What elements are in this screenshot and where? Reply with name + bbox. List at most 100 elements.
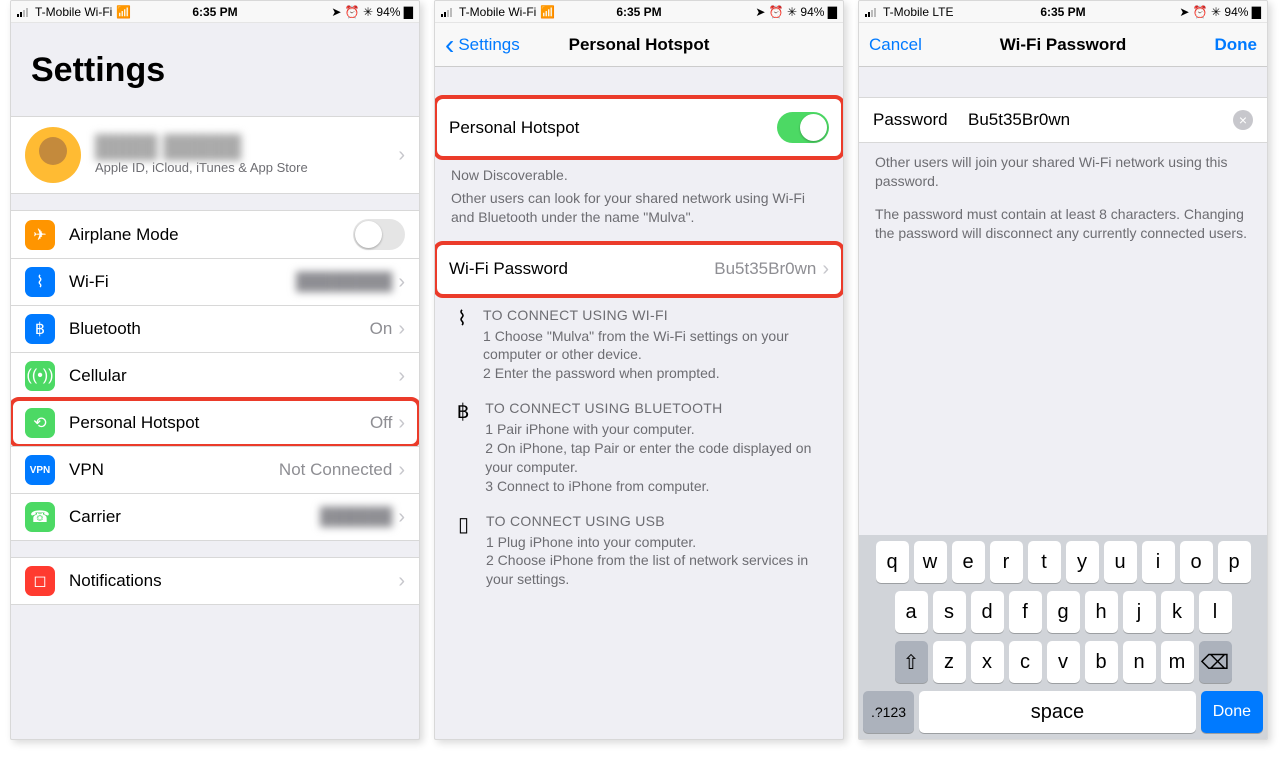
bluetooth-row[interactable]: ฿ Bluetooth On › xyxy=(11,305,419,352)
password-desc-1: Other users will join your shared Wi-Fi … xyxy=(859,143,1267,201)
wifi-password-value: Bu5t35Br0wn xyxy=(714,259,816,279)
backspace-key[interactable]: ⌫ xyxy=(1199,641,1232,683)
wifi-icon: 📶 xyxy=(116,5,131,19)
status-bar: T-Mobile Wi-Fi 📶 6:35 PM ➤ ⏰ ✳ 94% ▇ xyxy=(11,1,419,23)
cellular-icon: ((•)) xyxy=(25,361,55,391)
key-r[interactable]: r xyxy=(990,541,1023,583)
key-s[interactable]: s xyxy=(933,591,966,633)
cellular-label: Cellular xyxy=(69,366,398,386)
numbers-key[interactable]: .?123 xyxy=(863,691,914,733)
password-screen: T-Mobile LTE 6:35 PM ➤ ⏰ ✳ 94% ▇ Cancel … xyxy=(858,0,1268,740)
bt-instruction-1: 1 Pair iPhone with your computer. xyxy=(485,420,827,439)
vpn-value: Not Connected xyxy=(279,460,392,480)
wifi-password-label: Wi-Fi Password xyxy=(449,259,714,279)
carrier-label: T-Mobile Wi-Fi xyxy=(35,5,112,19)
key-a[interactable]: a xyxy=(895,591,928,633)
key-l[interactable]: l xyxy=(1199,591,1232,633)
status-right: ➤ ⏰ ✳ 94% ▇ xyxy=(1129,5,1261,19)
vpn-label: VPN xyxy=(69,460,279,480)
key-x[interactable]: x xyxy=(971,641,1004,683)
chevron-right-icon: › xyxy=(398,365,405,388)
password-label: Password xyxy=(873,110,968,130)
key-o[interactable]: o xyxy=(1180,541,1213,583)
key-m[interactable]: m xyxy=(1161,641,1194,683)
keyboard-done-key[interactable]: Done xyxy=(1201,691,1263,733)
password-desc-2: The password must contain at least 8 cha… xyxy=(859,201,1267,253)
keyboard-row-1: qwertyuiop xyxy=(863,541,1263,583)
password-input[interactable]: Bu5t35Br0wn xyxy=(968,110,1233,130)
space-key[interactable]: space xyxy=(919,691,1196,733)
key-u[interactable]: u xyxy=(1104,541,1137,583)
key-h[interactable]: h xyxy=(1085,591,1118,633)
phone-icon: ☎ xyxy=(25,502,55,532)
key-e[interactable]: e xyxy=(952,541,985,583)
key-n[interactable]: n xyxy=(1123,641,1156,683)
carrier-value: ██████ xyxy=(320,507,392,527)
nav-bar: Settings Personal Hotspot xyxy=(435,23,843,67)
wifi-instruction-icon: ⌇ xyxy=(451,306,473,384)
hotspot-toggle[interactable] xyxy=(777,112,829,143)
chevron-right-icon: › xyxy=(398,506,405,529)
key-f[interactable]: f xyxy=(1009,591,1042,633)
key-z[interactable]: z xyxy=(933,641,966,683)
key-i[interactable]: i xyxy=(1142,541,1175,583)
wifi-password-row[interactable]: Wi-Fi Password Bu5t35Br0wn › xyxy=(435,243,843,296)
airplane-toggle[interactable] xyxy=(353,219,405,250)
nav-bar: Cancel Wi-Fi Password Done xyxy=(859,23,1267,67)
key-b[interactable]: b xyxy=(1085,641,1118,683)
airplane-mode-row[interactable]: ✈ Airplane Mode xyxy=(11,210,419,258)
key-t[interactable]: t xyxy=(1028,541,1061,583)
status-bar: T-Mobile LTE 6:35 PM ➤ ⏰ ✳ 94% ▇ xyxy=(859,1,1267,23)
cellular-row[interactable]: ((•)) Cellular › xyxy=(11,352,419,399)
status-bar: T-Mobile Wi-Fi 📶 6:35 PM ➤ ⏰ ✳ 94% ▇ xyxy=(435,1,843,23)
carrier-label: T-Mobile LTE xyxy=(883,5,953,19)
clear-icon[interactable]: × xyxy=(1233,110,1253,130)
key-y[interactable]: y xyxy=(1066,541,1099,583)
bluetooth-icon: ฿ xyxy=(25,314,55,344)
discoverable-desc: Other users can look for your shared net… xyxy=(435,189,843,231)
key-p[interactable]: p xyxy=(1218,541,1251,583)
wifi-instruction-2: 2 Enter the password when prompted. xyxy=(483,364,827,383)
hotspot-screen: T-Mobile Wi-Fi 📶 6:35 PM ➤ ⏰ ✳ 94% ▇ Set… xyxy=(434,0,844,740)
cancel-button[interactable]: Cancel xyxy=(869,35,922,55)
vpn-row[interactable]: VPN VPN Not Connected › xyxy=(11,446,419,493)
wifi-settings-icon: ⌇ xyxy=(25,267,55,297)
bluetooth-instruction-icon: ฿ xyxy=(451,399,475,495)
profile-row[interactable]: ████ █████ Apple ID, iCloud, iTunes & Ap… xyxy=(11,116,419,194)
key-w[interactable]: w xyxy=(914,541,947,583)
key-d[interactable]: d xyxy=(971,591,1004,633)
hotspot-toggle-row[interactable]: Personal Hotspot xyxy=(435,97,843,158)
hotspot-toggle-label: Personal Hotspot xyxy=(449,118,777,138)
hotspot-value: Off xyxy=(370,413,392,433)
keyboard: qwertyuiop asdfghjkl ⇧ zxcvbnm ⌫ .?123 s… xyxy=(859,535,1267,739)
carrier-row[interactable]: ☎ Carrier ██████ › xyxy=(11,493,419,541)
settings-screen: T-Mobile Wi-Fi 📶 6:35 PM ➤ ⏰ ✳ 94% ▇ Set… xyxy=(10,0,420,740)
page-title: Settings xyxy=(11,23,419,100)
status-right: ➤ ⏰ ✳ 94% ▇ xyxy=(705,5,837,19)
key-g[interactable]: g xyxy=(1047,591,1080,633)
wifi-row[interactable]: ⌇ Wi-Fi ████████ › xyxy=(11,258,419,305)
wifi-instruction-1: 1 Choose "Mulva" from the Wi-Fi settings… xyxy=(483,327,827,365)
wifi-value: ████████ xyxy=(296,272,392,292)
status-right: ➤ ⏰ ✳ 94% ▇ xyxy=(281,5,413,19)
profile-name: ████ █████ xyxy=(95,134,398,160)
status-time: 6:35 PM xyxy=(573,5,705,19)
signal-icon xyxy=(865,7,879,17)
key-k[interactable]: k xyxy=(1161,591,1194,633)
key-q[interactable]: q xyxy=(876,541,909,583)
avatar-icon xyxy=(25,127,81,183)
done-button[interactable]: Done xyxy=(1215,35,1258,55)
key-j[interactable]: j xyxy=(1123,591,1156,633)
shift-key[interactable]: ⇧ xyxy=(895,641,928,683)
password-field-row[interactable]: Password Bu5t35Br0wn × xyxy=(859,97,1267,143)
key-c[interactable]: c xyxy=(1009,641,1042,683)
bt-instruction-2: 2 On iPhone, tap Pair or enter the code … xyxy=(485,439,827,477)
key-v[interactable]: v xyxy=(1047,641,1080,683)
personal-hotspot-row[interactable]: ⟲ Personal Hotspot Off › xyxy=(11,399,419,446)
back-button[interactable]: Settings xyxy=(445,35,520,55)
keyboard-row-3: ⇧ zxcvbnm ⌫ xyxy=(863,641,1263,683)
chevron-right-icon: › xyxy=(398,459,405,482)
carrier-label: Carrier xyxy=(69,507,320,527)
notifications-row[interactable]: ◻ Notifications › xyxy=(11,557,419,605)
notifications-icon: ◻ xyxy=(25,566,55,596)
